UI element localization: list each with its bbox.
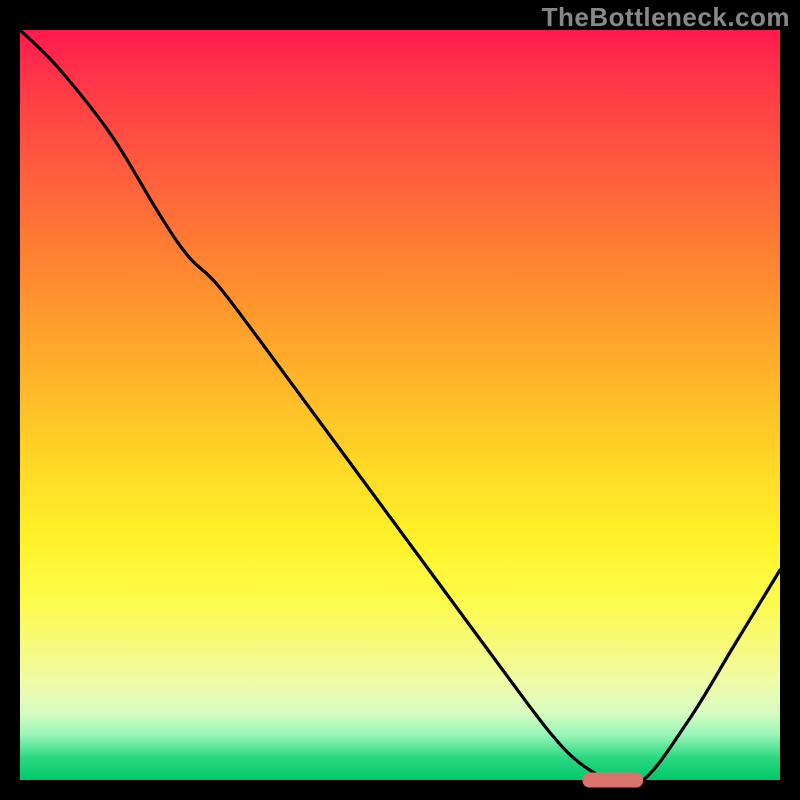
bottleneck-curve (20, 30, 780, 785)
watermark-text: TheBottleneck.com (542, 2, 790, 33)
highlight-marker (582, 773, 643, 788)
chart-frame: TheBottleneck.com (0, 0, 800, 800)
curve-layer (20, 30, 780, 780)
plot-area (20, 30, 780, 780)
